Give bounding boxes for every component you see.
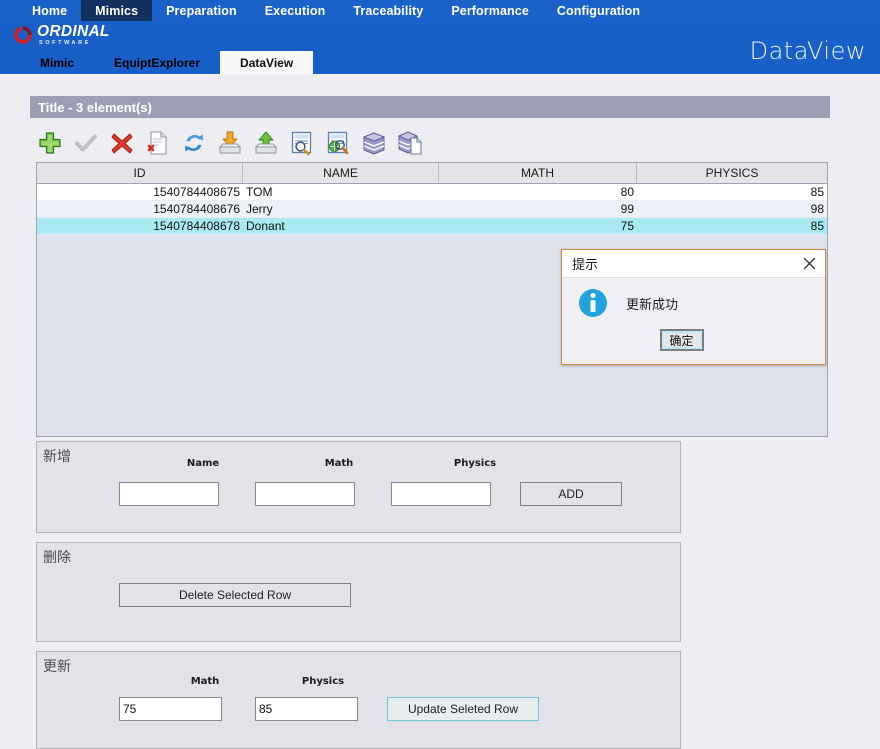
database-page-button[interactable] (396, 129, 424, 157)
dialog-ok-button[interactable]: 确定 (659, 329, 704, 351)
ordinal-circle-logo-icon (12, 24, 34, 46)
cell-math[interactable]: 99 (439, 201, 637, 217)
add-name-input[interactable] (119, 482, 219, 506)
update-physics-input[interactable] (255, 697, 358, 721)
table-row[interactable]: 1540784408678 Donant 75 85 (37, 218, 827, 235)
update-math-input[interactable] (119, 697, 222, 721)
export-up-icon (253, 130, 279, 156)
cell-name[interactable]: Jerry (243, 201, 439, 217)
cell-physics[interactable]: 85 (637, 184, 827, 200)
update-section: 更新 Math Physics Update Seleted Row (36, 651, 681, 749)
main-navigation-bar: Home Mimics Preparation Execution Traceabili… (0, 0, 880, 21)
logo-name: ORDINAL (37, 23, 110, 40)
page-content: Title - 3 element(s) ID NAME MATH PHYSICS 1… (0, 74, 880, 749)
delete-selected-row-button[interactable]: Delete Selected Row (119, 583, 351, 607)
main-nav-item-execution[interactable]: Execution (251, 0, 340, 21)
find-button[interactable] (288, 129, 316, 157)
app-header: Home Mimics Preparation Execution Traceabili… (0, 0, 880, 74)
ordinal-logo: ORDINAL SOFTWARE (12, 24, 110, 46)
logo-wordmark: ORDINAL SOFTWARE (37, 24, 110, 46)
add-physics-input[interactable] (391, 482, 491, 506)
brand-row: ORDINAL SOFTWARE DataView (0, 21, 880, 65)
main-nav-item-home[interactable]: Home (18, 0, 81, 21)
sub-tab-dataview[interactable]: DataView (220, 51, 314, 74)
close-x-icon[interactable] (801, 256, 817, 272)
refresh-button[interactable] (180, 129, 208, 157)
grid-body[interactable]: 1540784408675 TOM 80 85 1540784408676 Jerry 99… (37, 184, 827, 235)
table-row[interactable]: 1540784408676 Jerry 99 98 (37, 201, 827, 218)
sub-tab-mimic[interactable]: Mimic (20, 51, 94, 74)
cell-math[interactable]: 75 (439, 218, 637, 234)
cell-physics[interactable]: 98 (637, 201, 827, 217)
search-document-icon (289, 130, 315, 156)
commit-button[interactable] (72, 129, 100, 157)
add-row-button[interactable] (36, 129, 64, 157)
update-selected-row-button[interactable]: Update Seleted Row (387, 697, 539, 721)
database-page-icon (397, 130, 423, 156)
main-nav-item-mimics[interactable]: Mimics (81, 0, 153, 21)
panel-title: Title - 3 element(s) (30, 96, 830, 118)
grid-column-header-id[interactable]: ID (37, 163, 243, 183)
cell-name[interactable]: TOM (243, 184, 439, 200)
find-web-button[interactable] (324, 129, 352, 157)
cell-id[interactable]: 1540784408678 (37, 218, 243, 234)
database-icon (361, 130, 387, 156)
main-nav-item-traceability[interactable]: Traceability (339, 0, 437, 21)
main-nav-item-configuration[interactable]: Configuration (543, 0, 654, 21)
grid-column-header-math[interactable]: MATH (439, 163, 637, 183)
import-button[interactable] (216, 129, 244, 157)
logo-subtitle: SOFTWARE (39, 39, 91, 46)
add-physics-label: Physics (453, 458, 497, 469)
page-delete-icon (145, 130, 171, 156)
add-section: 新增 Name Math Physics ADD (36, 441, 681, 533)
grid-header-row: ID NAME MATH PHYSICS (37, 163, 827, 184)
cell-name[interactable]: Donant (243, 218, 439, 234)
delete-row-button[interactable] (108, 129, 136, 157)
add-section-legend: 新增 (43, 449, 71, 465)
delete-page-button[interactable] (144, 129, 172, 157)
search-web-document-icon (325, 130, 351, 156)
info-circle-icon (578, 288, 608, 318)
dialog-body: 更新成功 (562, 278, 825, 318)
dialog-titlebar: 提示 (562, 250, 825, 278)
delete-cross-icon (109, 130, 135, 156)
import-down-icon (217, 130, 243, 156)
grid-column-header-physics[interactable]: PHYSICS (637, 163, 827, 183)
grid-toolbar (36, 126, 828, 160)
export-button[interactable] (252, 129, 280, 157)
cell-id[interactable]: 1540784408675 (37, 184, 243, 200)
dialog-message: 更新成功 (626, 297, 679, 313)
refresh-icon (181, 130, 207, 156)
dialog-title: 提示 (572, 258, 599, 273)
database-button[interactable] (360, 129, 388, 157)
message-dialog: 提示 更新成功 确定 (561, 249, 826, 365)
main-nav-item-performance[interactable]: Performance (437, 0, 543, 21)
dialog-footer: 确定 (562, 329, 825, 351)
cell-physics[interactable]: 85 (637, 218, 827, 234)
update-section-legend: 更新 (43, 659, 71, 675)
sub-tab-equiptexplorer[interactable]: EquiptExplorer (94, 51, 220, 74)
cell-math[interactable]: 80 (439, 184, 637, 200)
main-nav-item-preparation[interactable]: Preparation (152, 0, 251, 21)
delete-section: 删除 Delete Selected Row (36, 542, 681, 642)
sub-tab-bar: Mimic EquiptExplorer DataView (0, 51, 880, 74)
cell-id[interactable]: 1540784408676 (37, 201, 243, 217)
add-math-label: Math (324, 458, 354, 469)
delete-section-legend: 删除 (43, 550, 71, 566)
grid-column-header-name[interactable]: NAME (243, 163, 439, 183)
add-button[interactable]: ADD (520, 482, 622, 506)
add-math-input[interactable] (255, 482, 355, 506)
check-icon (73, 130, 99, 156)
table-row[interactable]: 1540784408675 TOM 80 85 (37, 184, 827, 201)
add-name-label: Name (186, 458, 220, 469)
add-plus-icon (37, 130, 63, 156)
